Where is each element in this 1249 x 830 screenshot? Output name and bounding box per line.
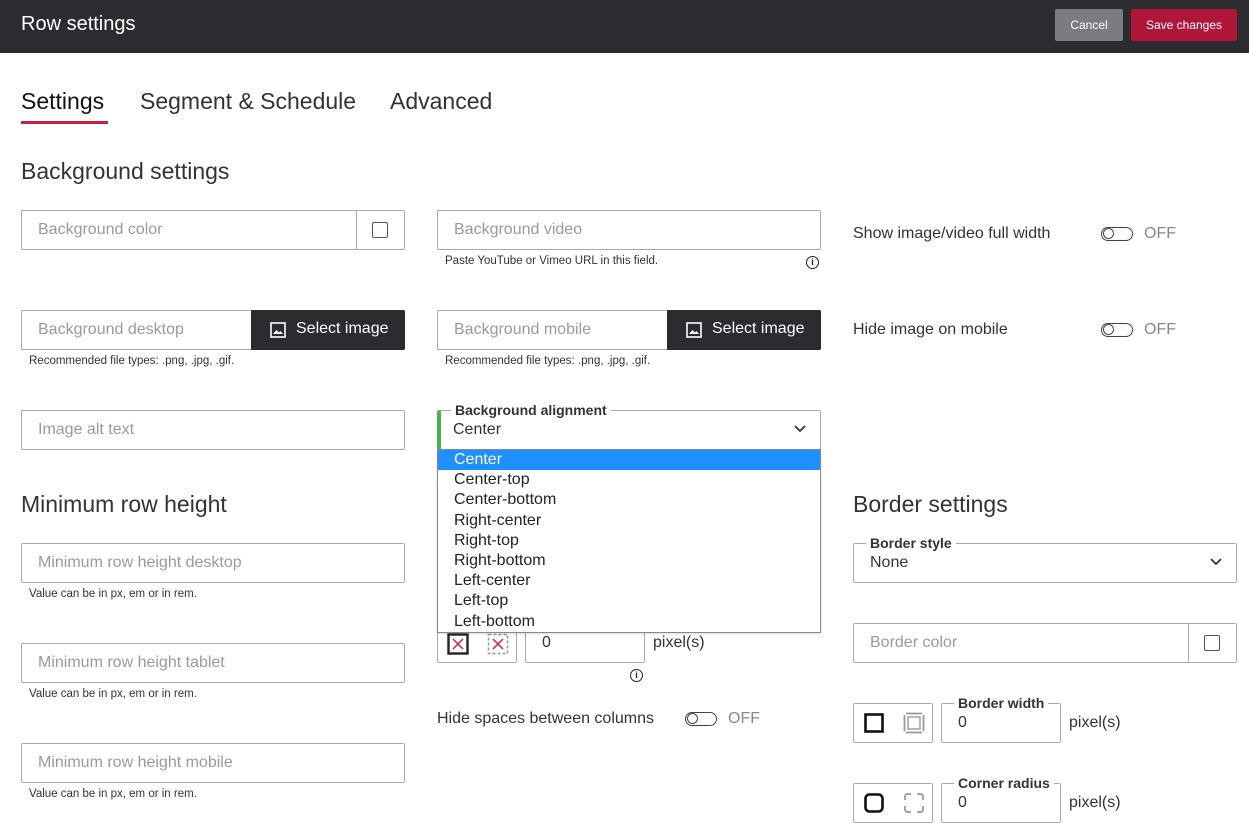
border-width-mode-toggle[interactable] — [853, 703, 933, 743]
min-height-tablet-placeholder: Minimum row height tablet — [38, 654, 225, 671]
info-icon[interactable]: i — [806, 256, 819, 269]
min-height-hint: Value can be in px, em or in rem. — [29, 688, 197, 700]
desktop-hint: Recommended file types: .png, .jpg, .gif… — [29, 355, 235, 367]
info-icon[interactable]: i — [630, 669, 643, 682]
border-individual-sides-icon[interactable] — [894, 704, 934, 742]
select-image-mobile-button[interactable]: Select image — [667, 310, 821, 350]
min-height-hint: Value can be in px, em or in rem. — [29, 788, 197, 800]
border-width-label: Border width — [954, 695, 1049, 711]
background-color-placeholder: Background color — [38, 221, 163, 238]
border-all-sides-icon[interactable] — [854, 704, 894, 742]
spacing-value: 0 — [542, 634, 551, 651]
border-style-value: None — [870, 554, 909, 571]
background-video-field[interactable]: Background video — [437, 210, 821, 250]
select-image-label: Select image — [712, 320, 805, 337]
full-width-label: Show image/video full width — [853, 225, 1051, 242]
hide-mobile-toggle[interactable] — [1101, 323, 1133, 337]
image-icon — [270, 322, 286, 338]
divider — [1188, 624, 1189, 662]
page-title: Row settings — [21, 13, 136, 35]
hide-spaces-label: Hide spaces between columns — [437, 710, 655, 727]
dropdown-option[interactable]: Center — [438, 450, 820, 471]
dropdown-option[interactable]: Right-bottom — [438, 551, 820, 571]
hide-spaces-toggle[interactable] — [685, 712, 717, 726]
corner-radius-unit: pixel(s) — [1069, 794, 1121, 811]
dropdown-option[interactable]: Center-top — [438, 470, 820, 490]
dropdown-option[interactable]: Right-top — [438, 531, 820, 551]
select-image-label: Select image — [296, 320, 389, 337]
border-color-field[interactable]: Border color — [853, 623, 1237, 663]
hide-mobile-state: OFF — [1144, 321, 1176, 338]
dropdown-option[interactable]: Left-bottom — [438, 612, 820, 632]
image-alt-text-field[interactable]: Image alt text — [21, 410, 405, 450]
corner-radius-value: 0 — [958, 794, 967, 811]
tab-advanced[interactable]: Advanced — [390, 88, 492, 115]
min-height-tablet-field[interactable]: Minimum row height tablet — [21, 643, 405, 683]
full-width-state: OFF — [1144, 225, 1176, 242]
tab-settings[interactable]: Settings — [21, 88, 104, 115]
chevron-down-icon — [794, 425, 806, 433]
dropdown-option[interactable]: Left-center — [438, 571, 820, 591]
border-style-label: Border style — [866, 535, 956, 551]
image-icon — [686, 322, 702, 338]
cancel-button[interactable]: Cancel — [1055, 9, 1123, 41]
border-width-unit: pixel(s) — [1069, 714, 1121, 731]
min-height-mobile-field[interactable]: Minimum row height mobile — [21, 743, 405, 783]
min-height-hint: Value can be in px, em or in rem. — [29, 588, 197, 600]
min-height-mobile-placeholder: Minimum row height mobile — [38, 754, 233, 771]
corner-all-icon[interactable] — [854, 784, 894, 822]
tab-segment-schedule[interactable]: Segment & Schedule — [140, 88, 356, 115]
hide-spaces-state: OFF — [728, 710, 760, 727]
mobile-hint: Recommended file types: .png, .jpg, .gif… — [445, 355, 651, 367]
background-color-field[interactable]: Background color — [21, 210, 405, 250]
corner-radius-field[interactable]: Corner radius 0 — [941, 775, 1061, 823]
min-height-desktop-field[interactable]: Minimum row height desktop — [21, 543, 405, 583]
color-swatch-icon[interactable] — [1204, 635, 1220, 651]
corner-individual-icon[interactable] — [894, 784, 934, 822]
background-desktop-field[interactable]: Background desktop Select image — [21, 310, 405, 350]
dropdown-option[interactable]: Center-bottom — [438, 490, 820, 510]
background-settings-title: Background settings — [21, 158, 230, 184]
min-height-desktop-placeholder: Minimum row height desktop — [38, 554, 242, 571]
border-width-value: 0 — [958, 714, 967, 731]
border-color-placeholder: Border color — [870, 634, 958, 651]
alignment-dropdown-list[interactable]: Center Center-top Center-bottom Right-ce… — [437, 449, 821, 633]
border-width-field[interactable]: Border width 0 — [941, 695, 1061, 743]
alignment-label: Background alignment — [451, 402, 611, 418]
corner-radius-mode-toggle[interactable] — [853, 783, 933, 823]
background-video-placeholder: Background video — [454, 221, 583, 238]
spacing-unit: pixel(s) — [653, 634, 705, 651]
select-image-desktop-button[interactable]: Select image — [251, 310, 405, 350]
dropdown-option[interactable]: Right-center — [438, 511, 820, 531]
border-style-select[interactable]: Border style None — [853, 535, 1237, 583]
background-desktop-placeholder: Background desktop — [38, 321, 184, 338]
image-alt-placeholder: Image alt text — [38, 421, 135, 438]
divider — [356, 211, 357, 249]
hide-mobile-label: Hide image on mobile — [853, 321, 1008, 338]
corner-radius-label: Corner radius — [954, 775, 1054, 791]
background-mobile-placeholder: Background mobile — [454, 321, 591, 338]
dropdown-option[interactable]: Left-top — [438, 591, 820, 611]
full-width-toggle[interactable] — [1101, 227, 1133, 241]
border-settings-title: Border settings — [853, 491, 1008, 517]
save-changes-button[interactable]: Save changes — [1131, 9, 1237, 41]
background-alignment-select[interactable]: Background alignment Center — [437, 402, 821, 450]
active-tab-indicator — [21, 121, 108, 124]
color-swatch-icon[interactable] — [372, 222, 388, 238]
min-row-height-title: Minimum row height — [21, 491, 227, 517]
video-hint: Paste YouTube or Vimeo URL in this field… — [445, 255, 659, 267]
background-mobile-field[interactable]: Background mobile Select image — [437, 310, 821, 350]
chevron-down-icon — [1210, 558, 1222, 566]
alignment-value: Center — [453, 421, 502, 438]
header-bar: Row settings Cancel Save changes — [0, 0, 1249, 53]
